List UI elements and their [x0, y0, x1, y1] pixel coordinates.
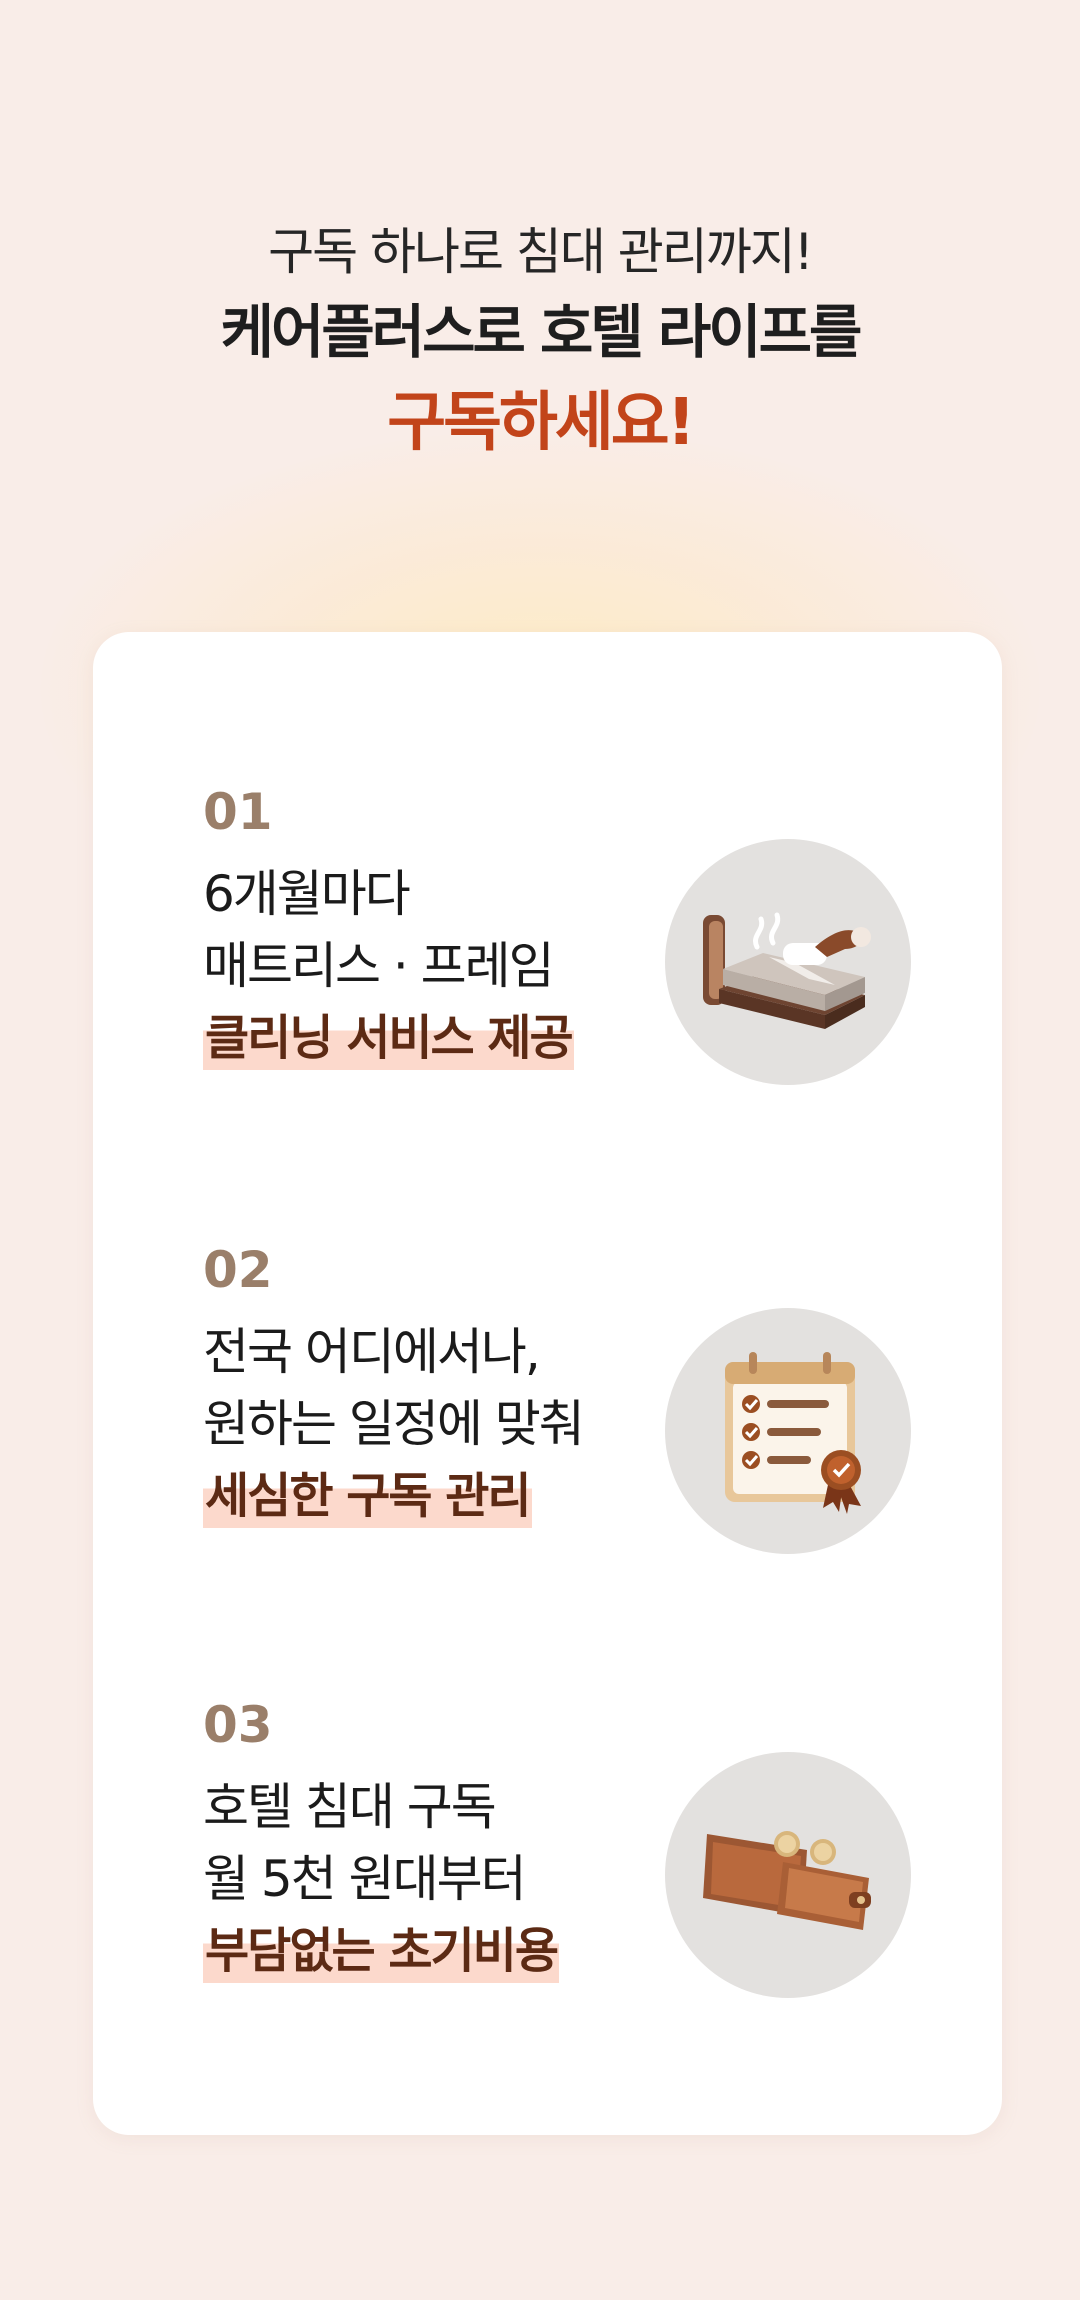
benefit-number: 01 — [203, 783, 273, 841]
header-accent: 구독하세요! — [387, 386, 696, 460]
bed-cleaning-icon — [665, 839, 911, 1085]
benefit-number: 02 — [203, 1241, 273, 1299]
benefit-highlight: 클리닝 서비스 제공 — [203, 1006, 574, 1070]
header-title: 케어플러스로 호텔 라이프를 — [220, 298, 863, 366]
promo-header: 구독 하나로 침대 관리까지! 케어플러스로 호텔 라이프를 구독하세요! — [0, 215, 1080, 471]
benefit-number: 03 — [203, 1696, 273, 1754]
benefit-highlight: 부담없는 초기비용 — [203, 1919, 559, 1983]
checklist-calendar-icon — [665, 1308, 911, 1554]
wallet-icon — [665, 1752, 911, 1998]
header-subtitle: 구독 하나로 침대 관리까지! — [268, 223, 814, 281]
benefits-card: 01 6개월마다 매트리스 · 프레임 클리닝 서비스 제공 02 전국 어디에… — [93, 632, 1002, 2135]
benefit-highlight: 세심한 구독 관리 — [203, 1464, 532, 1528]
